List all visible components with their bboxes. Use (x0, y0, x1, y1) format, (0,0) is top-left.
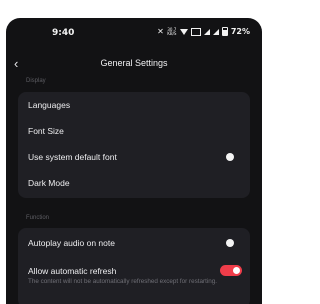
autoplay-audio-label: Autoplay audio on note (28, 238, 115, 248)
dark-mode-row[interactable]: Dark Mode (18, 170, 250, 196)
languages-row[interactable]: Languages (18, 92, 250, 118)
page-title: General Settings (100, 58, 168, 68)
system-font-toggle[interactable] (226, 153, 234, 161)
network-speed-unit: KB/S (167, 30, 177, 36)
status-time: 9:40 (52, 28, 75, 38)
auto-refresh-toggle[interactable] (220, 265, 242, 276)
network-speed-icon: 30.7 KB/S (167, 27, 177, 36)
font-size-row[interactable]: Font Size (18, 118, 250, 144)
battery-icon (221, 27, 228, 36)
display-settings-card: Languages Font Size Use system default f… (18, 92, 250, 198)
autoplay-audio-row: Autoplay audio on note (18, 230, 250, 256)
sim-icon (190, 27, 201, 36)
phone-screen: 9:40 ✕ 30.7 KB/S 72% ‹ General Settings … (6, 18, 262, 304)
signal-icon (212, 28, 219, 35)
mute-icon: ✕ (157, 27, 164, 36)
auto-refresh-description: The content will not be automatically re… (28, 278, 218, 285)
function-settings-card: Autoplay audio on note Allow automatic r… (18, 228, 250, 304)
system-font-row: Use system default font (18, 144, 250, 170)
header: ‹ General Settings (6, 52, 262, 76)
auto-refresh-label: Allow automatic refresh (28, 266, 117, 276)
autoplay-audio-toggle[interactable] (226, 239, 234, 247)
status-icons: ✕ 30.7 KB/S 72% (157, 27, 250, 36)
auto-refresh-row: Allow automatic refresh The content will… (18, 258, 250, 285)
system-font-label: Use system default font (28, 152, 117, 162)
font-size-label: Font Size (28, 126, 64, 136)
signal-icon (203, 28, 210, 35)
dark-mode-label: Dark Mode (28, 178, 70, 188)
status-bar: 9:40 ✕ 30.7 KB/S 72% (6, 18, 262, 50)
wifi-icon (179, 28, 188, 35)
languages-label: Languages (28, 100, 71, 110)
battery-percent: 72% (230, 27, 250, 36)
section-label-display: Display (26, 78, 46, 84)
section-label-function: Function (26, 215, 50, 221)
